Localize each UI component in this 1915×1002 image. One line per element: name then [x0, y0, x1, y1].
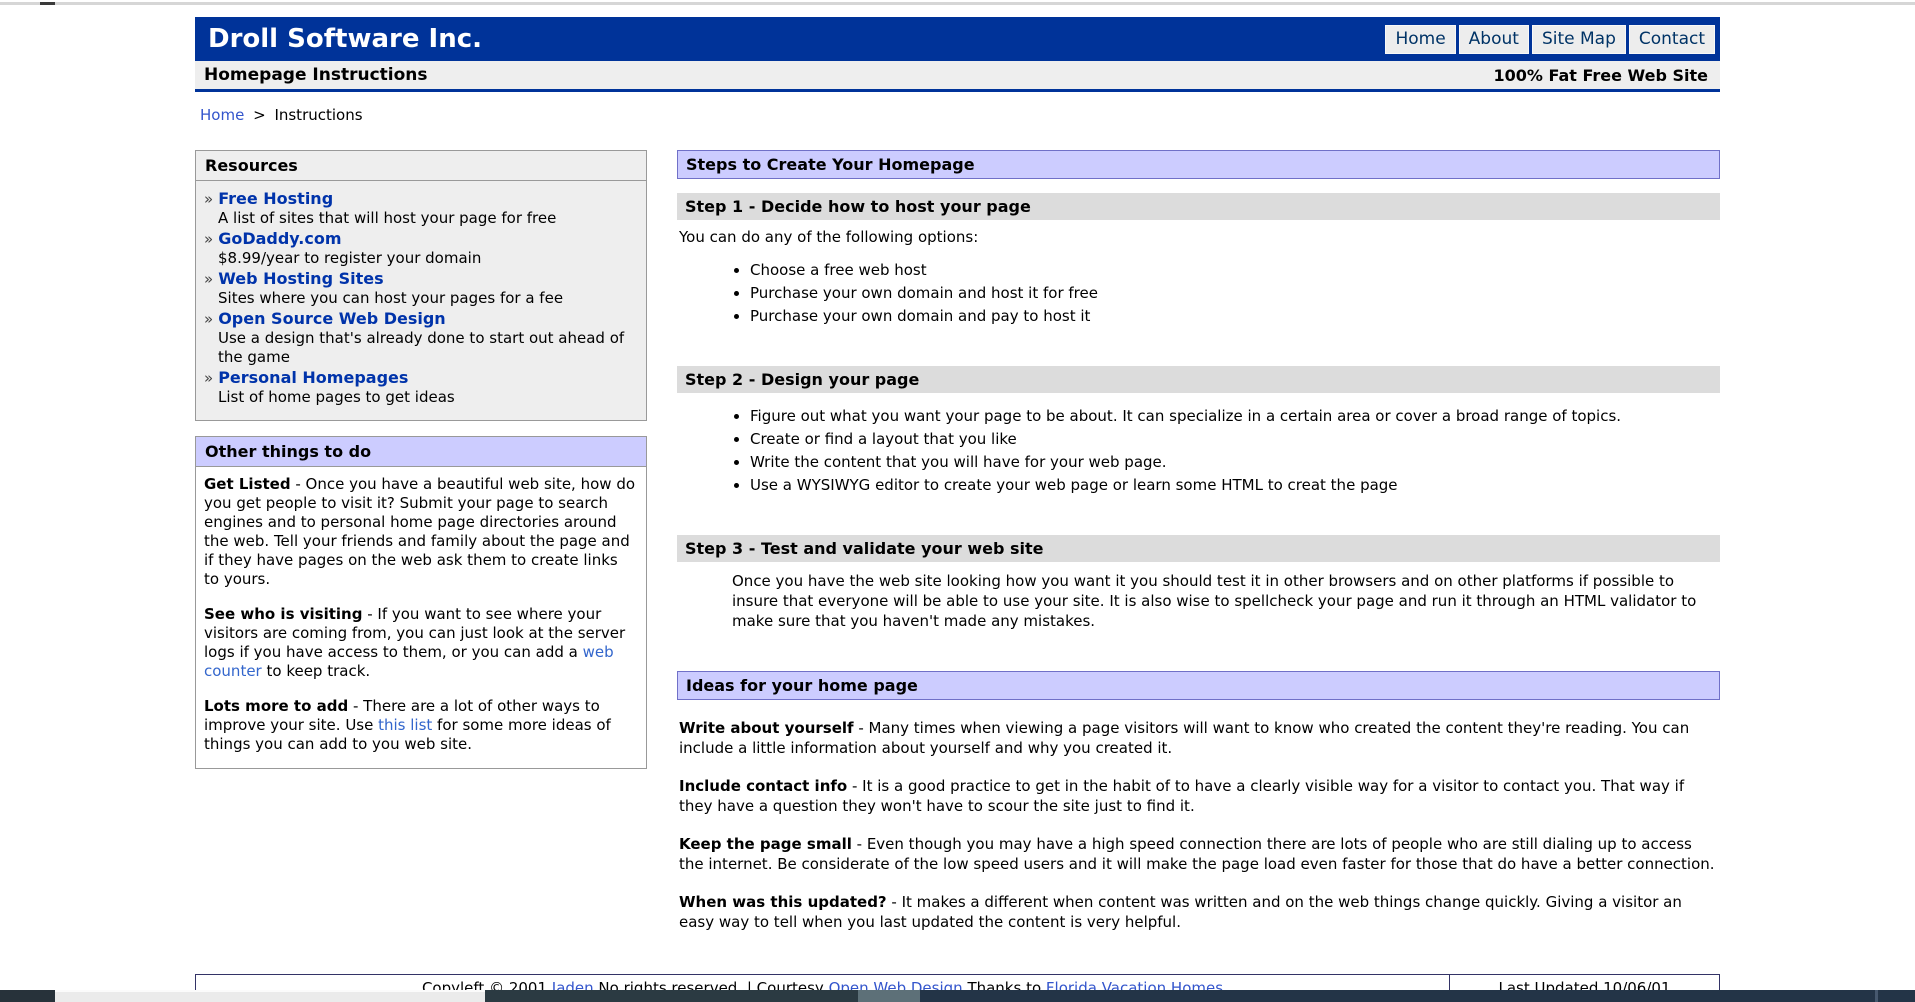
step1-intro: You can do any of the following options:	[679, 228, 1720, 247]
list-item: Create or find a layout that you like	[750, 430, 1720, 449]
resource-desc: Sites where you can host your pages for …	[218, 289, 637, 308]
list-item: Figure out what you want your page to be…	[750, 407, 1720, 426]
this-list-link[interactable]: this list	[378, 716, 432, 734]
idea-write-about-yourself: Write about yourself - Many times when v…	[679, 718, 1720, 758]
list-item: Purchase your own domain and pay to host…	[750, 307, 1720, 326]
resource-desc: $8.99/year to register your domain	[218, 249, 637, 268]
paragraph-text: to keep track.	[262, 662, 370, 680]
resources-panel: Resources » Free Hosting A list of sites …	[195, 150, 647, 421]
step3-body: Once you have the web site looking how y…	[732, 571, 1720, 631]
taskbar-window-segment[interactable]	[55, 990, 485, 1002]
step2-header: Step 2 - Design your page	[677, 366, 1720, 393]
site-header: Droll Software Inc. Home About Site Map …	[195, 17, 1720, 61]
paragraph-lead: Write about yourself	[679, 719, 854, 737]
resource-desc: A list of sites that will host your page…	[218, 209, 637, 228]
paragraph-lead: Get Listed	[204, 475, 291, 493]
breadcrumb-home-link[interactable]: Home	[200, 106, 244, 124]
resource-link-personal-homepages[interactable]: Personal Homepages	[218, 368, 408, 387]
paragraph-lead: Include contact info	[679, 777, 847, 795]
step2-bullet-list: Figure out what you want your page to be…	[732, 407, 1720, 495]
resource-link-open-source-web-design[interactable]: Open Source Web Design	[218, 309, 446, 328]
screen-top-dash	[40, 2, 55, 5]
paragraph-lead: See who is visiting	[204, 605, 362, 623]
nav-item-contact[interactable]: Contact	[1629, 25, 1715, 54]
taskbar-right-divider	[1875, 990, 1878, 1002]
arrow-marker-icon: »	[204, 190, 213, 208]
resource-link-free-hosting[interactable]: Free Hosting	[218, 189, 333, 208]
idea-keep-the-page-small: Keep the page small - Even though you ma…	[679, 834, 1720, 874]
arrow-marker-icon: »	[204, 270, 213, 288]
other-things-panel-title: Other things to do	[196, 437, 646, 467]
idea-when-was-this-updated: When was this updated? - It makes a diff…	[679, 892, 1720, 932]
resource-link-godaddy[interactable]: GoDaddy.com	[218, 229, 341, 248]
breadcrumb-current: Instructions	[274, 106, 362, 124]
screen-top-edge-line	[0, 2, 1915, 5]
paragraph-see-who-is-visiting: See who is visiting - If you want to see…	[204, 605, 637, 681]
main-content: Steps to Create Your Homepage Step 1 - D…	[677, 150, 1720, 932]
taskbar-right-segment	[920, 990, 1915, 1002]
nav-item-site-map[interactable]: Site Map	[1532, 25, 1626, 54]
page-title-bar: Homepage Instructions 100% Fat Free Web …	[195, 61, 1720, 92]
list-item: Purchase your own domain and host it for…	[750, 284, 1720, 303]
page-title: Homepage Instructions	[204, 65, 428, 85]
paragraph-lots-more-to-add: Lots more to add - There are a lot of ot…	[204, 697, 637, 754]
arrow-marker-icon: »	[204, 310, 213, 328]
arrow-marker-icon: »	[204, 230, 213, 248]
paragraph-lead: When was this updated?	[679, 893, 887, 911]
list-item: » Web Hosting Sites Sites where you can h…	[204, 269, 637, 308]
step3-header: Step 3 - Test and validate your web site	[677, 535, 1720, 562]
list-item: Write the content that you will have for…	[750, 453, 1720, 472]
sidebar: Resources » Free Hosting A list of sites …	[195, 150, 647, 769]
taskbar-button-segment[interactable]	[858, 990, 920, 1002]
resources-list: » Free Hosting A list of sites that will …	[196, 181, 646, 420]
step1-bullet-list: Choose a free web host Purchase your own…	[732, 261, 1720, 326]
paragraph-lead: Lots more to add	[204, 697, 348, 715]
list-item: Choose a free web host	[750, 261, 1720, 280]
idea-include-contact-info: Include contact info - It is a good prac…	[679, 776, 1720, 816]
step1-header: Step 1 - Decide how to host your page	[677, 193, 1720, 220]
page-container: Droll Software Inc. Home About Site Map …	[195, 17, 1720, 1002]
list-item: » GoDaddy.com $8.99/year to register your…	[204, 229, 637, 268]
list-item: » Free Hosting A list of sites that will …	[204, 189, 637, 228]
nav-item-about[interactable]: About	[1459, 25, 1529, 54]
taskbar	[0, 990, 1915, 1002]
site-title: Droll Software Inc.	[195, 24, 482, 54]
breadcrumb-separator: >	[253, 106, 266, 124]
paragraph-get-listed: Get Listed - Once you have a beautiful w…	[204, 475, 637, 589]
paragraph-lead: Keep the page small	[679, 835, 852, 853]
resource-desc: List of home pages to get ideas	[218, 388, 637, 407]
other-things-body: Get Listed - Once you have a beautiful w…	[196, 467, 646, 768]
list-item: » Open Source Web Design Use a design tha…	[204, 309, 637, 367]
resources-panel-title: Resources	[196, 151, 646, 181]
section-header-ideas: Ideas for your home page	[677, 671, 1720, 700]
list-item: » Personal Homepages List of home pages t…	[204, 368, 637, 407]
content-columns: Resources » Free Hosting A list of sites …	[195, 150, 1720, 932]
breadcrumb: Home > Instructions	[200, 106, 1720, 124]
other-things-panel: Other things to do Get Listed - Once you…	[195, 436, 647, 769]
resource-link-web-hosting-sites[interactable]: Web Hosting Sites	[218, 269, 383, 288]
resource-desc: Use a design that's already done to star…	[218, 329, 637, 367]
tagline: 100% Fat Free Web Site	[1493, 66, 1708, 85]
taskbar-middle-segment[interactable]	[485, 990, 858, 1002]
main-nav: Home About Site Map Contact	[1385, 25, 1720, 54]
arrow-marker-icon: »	[204, 369, 213, 387]
list-item: Use a WYSIWYG editor to create your web …	[750, 476, 1720, 495]
section-header-steps: Steps to Create Your Homepage	[677, 150, 1720, 179]
nav-item-home[interactable]: Home	[1385, 25, 1455, 54]
